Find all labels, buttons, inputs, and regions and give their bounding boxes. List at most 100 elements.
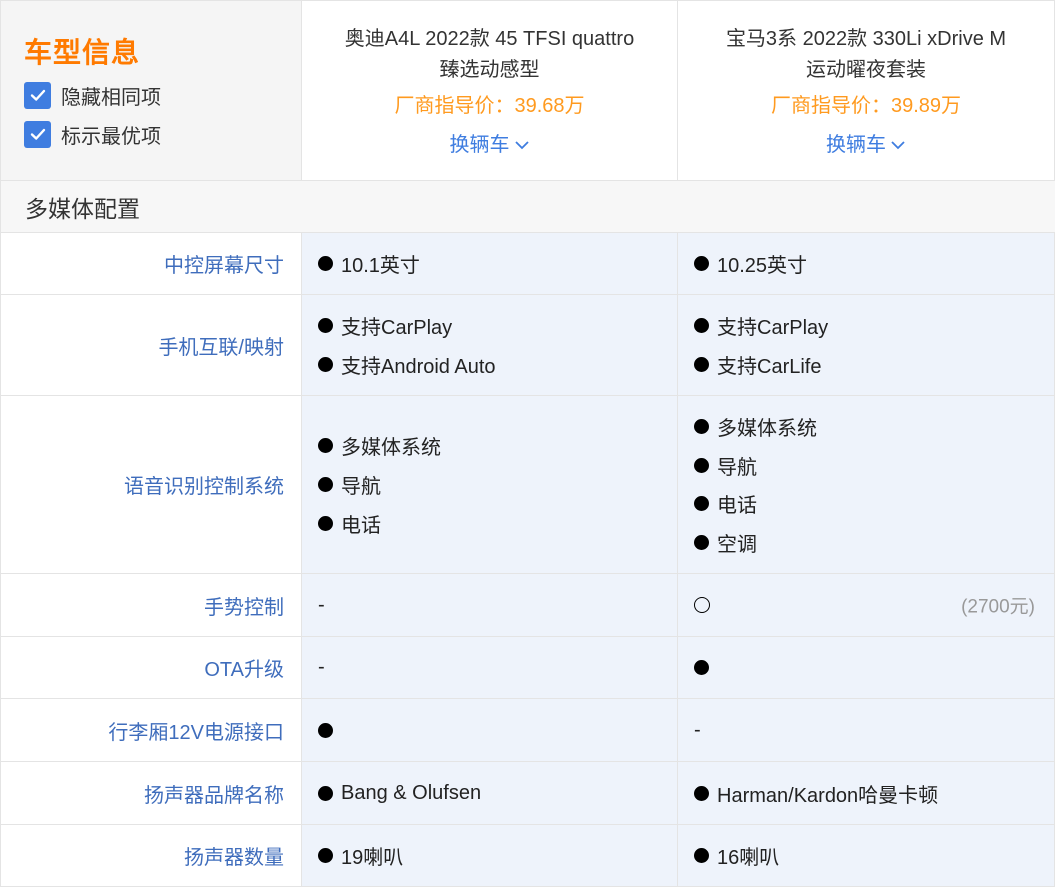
spec-item: 电话 <box>694 485 1054 524</box>
header-row: 车型信息 隐藏相同项 标示最优项 奥迪A4L 2022款 45 TFSI qua… <box>1 0 1055 181</box>
row-label: 扬声器数量 <box>1 825 302 886</box>
spec-cell: (2700元) <box>678 574 1055 636</box>
spec-item: 支持CarLife <box>694 345 1054 384</box>
table-row: 手机互联/映射 支持CarPlay 支持Android Auto 支持CarPlay 支… <box>1 295 1055 396</box>
standard-dot-icon <box>318 318 333 334</box>
standard-dot-icon <box>694 534 709 550</box>
spec-item: 空调 <box>694 523 1054 562</box>
car-column-header-2: 宝马3系 2022款 330Li xDrive M 运动曜夜套装 厂商指导价：3… <box>678 1 1055 180</box>
standard-dot-icon <box>318 848 333 863</box>
table-row: 扬声器品牌名称 Bang & Olufsen Harman/Kardon哈曼卡顿 <box>1 762 1055 825</box>
change-car-button[interactable]: 换辆车 <box>826 132 906 158</box>
change-car-button[interactable]: 换辆车 <box>450 132 530 158</box>
spec-item <box>318 711 677 750</box>
standard-dot-icon <box>694 660 709 675</box>
spec-text: 19喇叭 <box>341 847 404 869</box>
spec-rows: 中控屏幕尺寸 10.1英寸 10.25英寸手机互联/映射 支持CarPlay 支持And… <box>1 233 1055 887</box>
spec-cell: 10.1英寸 <box>302 233 678 294</box>
not-available-text: - <box>318 656 325 678</box>
spec-item: Bang & Olufsen <box>318 774 677 813</box>
spec-item: 多媒体系统 <box>694 407 1054 446</box>
spec-item: 多媒体系统 <box>318 427 677 466</box>
table-row: 手势控制 - (2700元) <box>1 574 1055 637</box>
hide-same-checkbox[interactable]: 隐藏相同项 <box>24 81 301 109</box>
standard-dot-icon <box>318 438 333 454</box>
spec-cell: - <box>678 699 1055 761</box>
spec-item: 支持CarPlay <box>694 306 1054 345</box>
section-title: 多媒体配置 <box>1 181 1055 233</box>
not-available-text: - <box>318 593 325 616</box>
standard-dot-icon <box>694 848 709 863</box>
spec-item: 电话 <box>318 504 677 543</box>
spec-cell <box>302 699 678 761</box>
standard-dot-icon <box>318 722 333 738</box>
car-name-line1: 奥迪A4L 2022款 45 TFSI quattro <box>344 28 635 50</box>
spec-cell: 16喇叭 <box>678 825 1055 886</box>
car-column-header-1: 奥迪A4L 2022款 45 TFSI quattro 臻选动感型 厂商指导价：… <box>302 1 678 180</box>
spec-cell: - <box>302 637 678 698</box>
spec-text: 支持Android Auto <box>341 355 496 378</box>
spec-item: 10.1英寸 <box>318 244 677 283</box>
row-label: 行李厢12V电源接口 <box>1 699 302 761</box>
spec-item: - <box>694 711 1054 750</box>
standard-dot-icon <box>318 785 333 801</box>
spec-item: - <box>318 586 677 625</box>
row-label: 扬声器品牌名称 <box>1 762 302 824</box>
car-price: 厂商指导价：39.68万 <box>394 95 585 117</box>
spec-item: 16喇叭 <box>694 836 1054 875</box>
standard-dot-icon <box>694 496 709 512</box>
checkbox-checked-icon <box>24 81 51 109</box>
car-name-line1: 宝马3系 2022款 330Li xDrive M <box>725 28 1007 50</box>
spec-text: 16喇叭 <box>717 847 780 869</box>
table-row: 中控屏幕尺寸 10.1英寸 10.25英寸 <box>1 233 1055 295</box>
spec-cell: 多媒体系统导航电话 <box>302 396 678 573</box>
standard-dot-icon <box>694 419 709 435</box>
checkbox-checked-icon <box>24 120 51 148</box>
spec-text: Bang & Olufsen <box>341 781 482 804</box>
car-name-line2: 臻选动感型 <box>439 59 540 81</box>
spec-cell: Harman/Kardon哈曼卡顿 <box>678 762 1055 824</box>
chevron-down-icon <box>891 141 905 150</box>
spec-text: 支持CarPlay <box>717 317 829 340</box>
row-label: 语音识别控制系统 <box>1 396 302 573</box>
change-car-label: 换辆车 <box>449 134 510 156</box>
table-row: 语音识别控制系统 多媒体系统 导航 电话 多媒体系统 导航 电话 空调 <box>1 396 1055 574</box>
standard-dot-icon <box>318 477 333 492</box>
chevron-down-icon <box>514 141 529 150</box>
spec-item: 支持Android Auto <box>318 345 677 384</box>
standard-dot-icon <box>694 785 709 801</box>
spec-item <box>694 648 1054 687</box>
spec-cell <box>678 637 1055 698</box>
row-label: 手势控制 <box>1 574 302 636</box>
spec-item: 10.25英寸 <box>694 244 1054 283</box>
car-name-line2: 运动曜夜套装 <box>806 59 926 81</box>
table-row: OTA升级 - <box>1 637 1055 699</box>
row-label: 中控屏幕尺寸 <box>1 233 302 294</box>
spec-text: 支持CarPlay <box>341 317 453 340</box>
row-label: OTA升级 <box>1 637 302 698</box>
standard-dot-icon <box>318 356 333 372</box>
spec-cell: Bang & Olufsen <box>302 762 678 824</box>
spec-item: 19喇叭 <box>318 836 677 875</box>
spec-cell: 多媒体系统导航电话空调 <box>678 396 1055 573</box>
spec-text: 导航 <box>341 476 381 498</box>
car-price: 厂商指导价：39.89万 <box>770 95 962 117</box>
standard-dot-icon <box>694 457 709 473</box>
spec-cell: 支持CarPlay 支持CarLife <box>678 295 1055 395</box>
option-price-note: (2700元) <box>961 596 1035 618</box>
mark-best-checkbox[interactable]: 标示最优项 <box>24 120 301 148</box>
standard-dot-icon <box>694 256 709 271</box>
standard-dot-icon <box>318 515 333 531</box>
spec-cell: 支持CarPlay 支持Android Auto <box>302 295 678 395</box>
standard-dot-icon <box>694 356 709 372</box>
standard-dot-icon <box>318 256 333 271</box>
spec-item: - <box>318 648 677 687</box>
spec-text: Harman/Kardon哈曼卡顿 <box>717 784 939 807</box>
spec-text: 多媒体系统 <box>717 418 817 441</box>
table-row: 行李厢12V电源接口 - <box>1 699 1055 762</box>
row-label: 手机互联/映射 <box>1 295 302 395</box>
spec-text: 电话 <box>341 514 381 537</box>
spec-cell: - <box>302 574 678 636</box>
spec-item: 导航 <box>694 446 1054 485</box>
spec-text: 电话 <box>717 495 757 518</box>
